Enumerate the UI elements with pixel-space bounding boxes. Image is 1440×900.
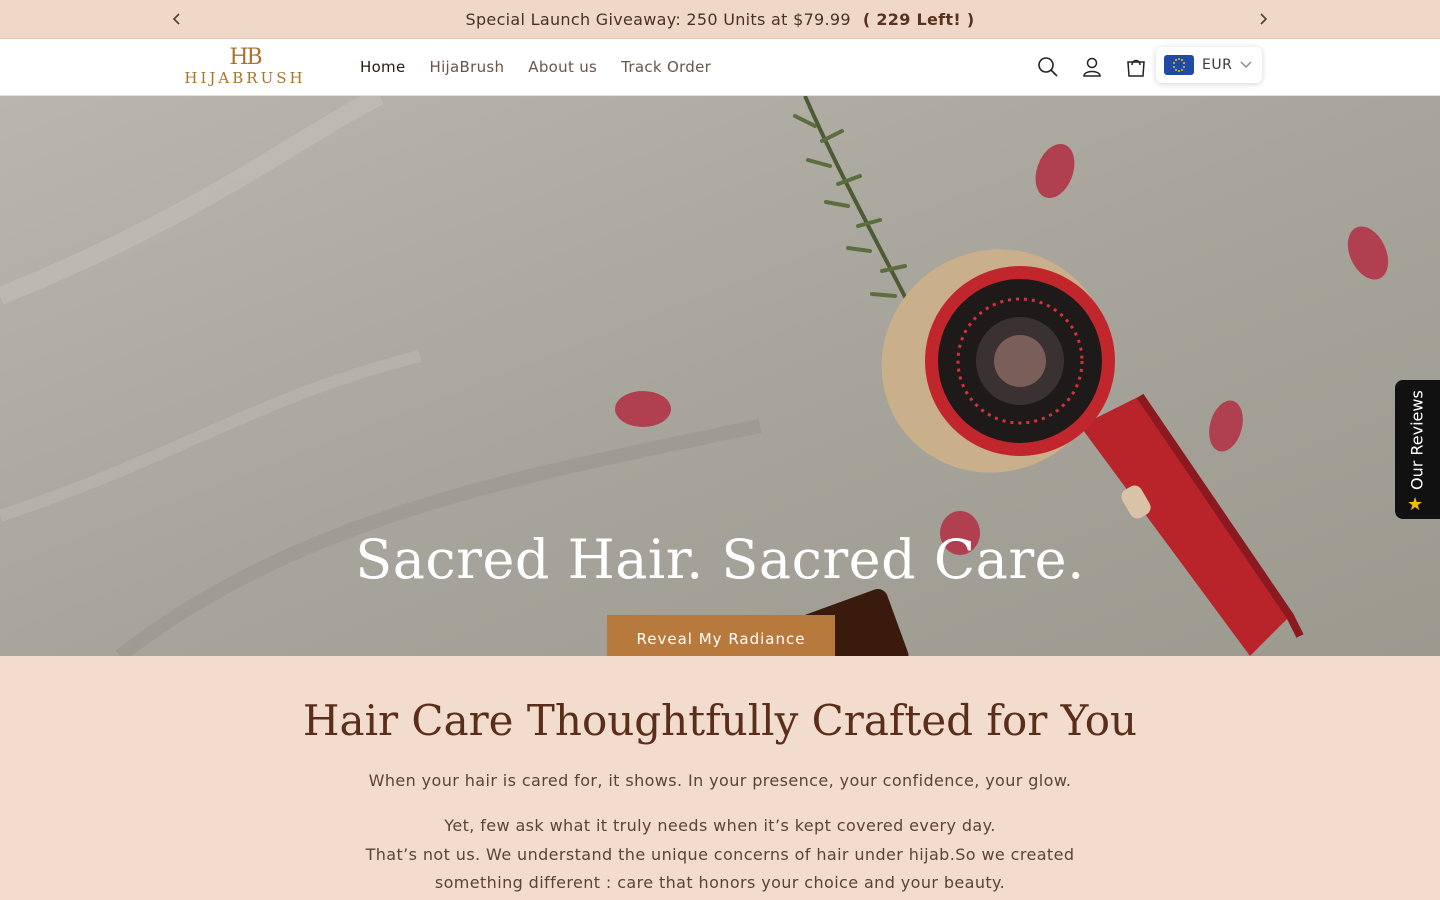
- reveal-radiance-button[interactable]: Reveal My Radiance: [607, 615, 835, 656]
- announcement-bar: Special Launch Giveaway: 250 Units at $7…: [0, 0, 1440, 39]
- account-icon: [1083, 57, 1101, 77]
- currency-selector[interactable]: EUR: [1156, 47, 1262, 83]
- intro-line-4: something different : care that honors y…: [434, 873, 1006, 892]
- intro-line-1: When your hair is cared for, it shows. I…: [368, 771, 1072, 790]
- logo-monogram: HB: [229, 45, 262, 70]
- intro-line-2: Yet, few ask what it truly needs when it…: [444, 816, 996, 835]
- reviews-tab-label: Our Reviews: [1407, 390, 1427, 490]
- announcement-next-button[interactable]: [1248, 0, 1278, 38]
- search-button[interactable]: [1034, 53, 1062, 81]
- logo-wordmark: HIJABRUSH: [184, 69, 306, 87]
- main-nav: Home HijaBrush About us Track Order: [348, 39, 723, 95]
- nav-home[interactable]: Home: [348, 58, 418, 76]
- announcement-text: Special Launch Giveaway: 250 Units at $7…: [465, 9, 851, 29]
- cart-button[interactable]: [1122, 53, 1150, 81]
- logo[interactable]: HB HIJABRUSH: [170, 47, 320, 89]
- nav-about-us[interactable]: About us: [516, 58, 609, 76]
- search-icon: [1038, 57, 1058, 77]
- nav-track-order[interactable]: Track Order: [609, 58, 723, 76]
- intro-section: Hair Care Thoughtfully Crafted for You W…: [0, 656, 1440, 900]
- announcement-highlight: ( 229 Left! ): [862, 9, 975, 29]
- nav-hijabrush[interactable]: HijaBrush: [418, 58, 517, 76]
- hero-banner: Sacred Hair. Sacred Care. Reveal My Radi…: [0, 96, 1440, 656]
- chevron-left-icon: [172, 13, 180, 25]
- site-header: HB HIJABRUSH Home HijaBrush About us Tra…: [0, 39, 1440, 96]
- reviews-tab[interactable]: Our Reviews ★: [1395, 380, 1440, 519]
- hero-title: Sacred Hair. Sacred Care.: [355, 528, 1085, 591]
- eu-flag-icon: [1164, 55, 1194, 75]
- announcement-prev-button[interactable]: [162, 0, 192, 38]
- account-button[interactable]: [1078, 53, 1106, 81]
- intro-line-3: That’s not us. We understand the unique …: [365, 845, 1075, 864]
- currency-code: EUR: [1202, 57, 1233, 73]
- section-heading: Hair Care Thoughtfully Crafted for You: [302, 696, 1138, 745]
- announcement-message: Special Launch Giveaway: 250 Units at $7…: [466, 10, 975, 29]
- star-icon: ★: [1407, 494, 1424, 515]
- cart-icon: [1127, 59, 1145, 77]
- chevron-right-icon: [1260, 13, 1268, 25]
- chevron-down-icon: [1240, 61, 1252, 68]
